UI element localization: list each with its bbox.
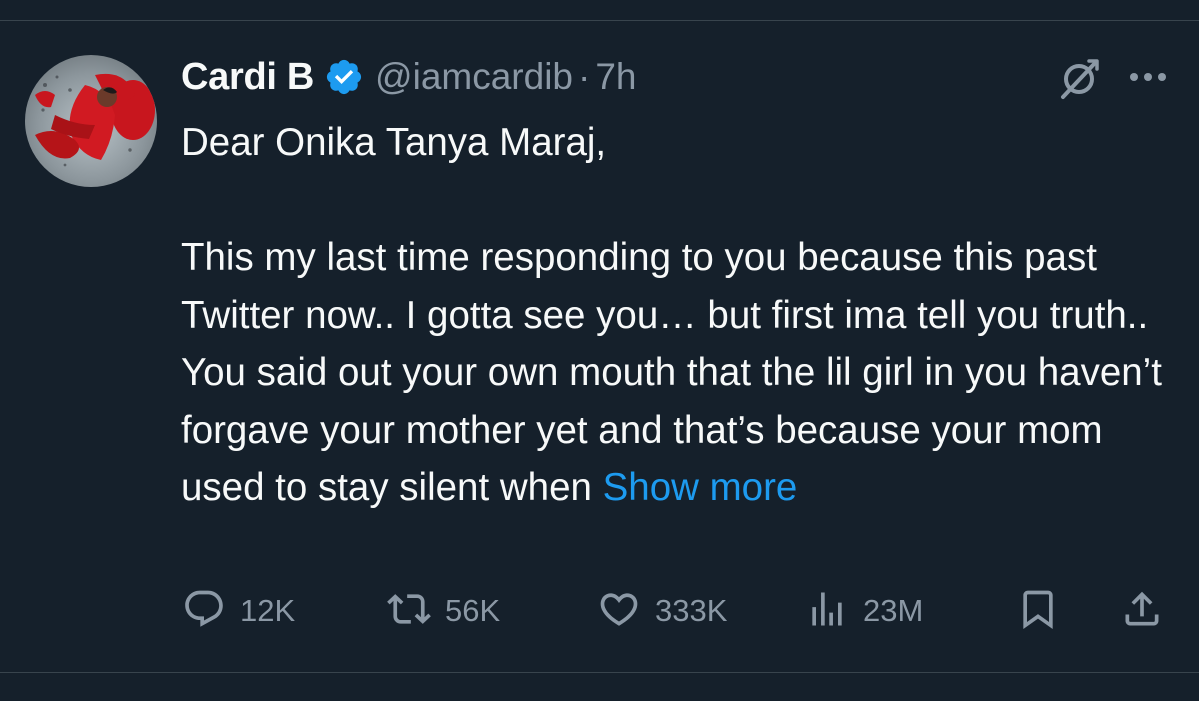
retweet-icon [387, 587, 431, 636]
tweet-text: Dear Onika Tanya Maraj, This my last tim… [181, 114, 1171, 517]
share-icon [1120, 587, 1164, 636]
avatar[interactable] [25, 55, 157, 187]
views-icon [805, 587, 849, 636]
retweet-count: 56K [445, 593, 501, 628]
verified-badge-icon [324, 57, 364, 97]
bottom-divider [0, 672, 1199, 673]
views-count: 23M [863, 593, 924, 628]
views-button[interactable]: 23M [805, 588, 923, 634]
like-button[interactable]: 333K [597, 588, 727, 634]
tweet-actions: 12K 56K 333K 23M [0, 588, 1199, 634]
display-name[interactable]: Cardi B [181, 56, 314, 99]
reply-icon [182, 587, 226, 636]
bookmark-button[interactable] [1016, 588, 1060, 634]
retweet-button[interactable]: 56K [387, 588, 500, 634]
tweet-header: Cardi B @iamcardib · 7h [181, 52, 637, 102]
author-handle[interactable]: @iamcardib [375, 56, 573, 98]
heart-icon [597, 587, 641, 636]
reply-button[interactable]: 12K [182, 588, 295, 634]
like-count: 333K [655, 593, 728, 628]
bookmark-icon [1016, 587, 1060, 636]
separator-dot: · [578, 56, 591, 97]
timestamp[interactable]: 7h [595, 56, 636, 98]
top-divider [0, 20, 1199, 21]
tweet-greeting: Dear Onika Tanya Maraj, [181, 121, 607, 164]
avatar-image [35, 73, 155, 167]
grok-icon[interactable] [1055, 55, 1103, 103]
more-icon[interactable] [1126, 62, 1170, 92]
share-button[interactable] [1120, 588, 1164, 634]
show-more-link[interactable]: Show more [603, 466, 798, 509]
reply-count: 12K [240, 593, 296, 628]
